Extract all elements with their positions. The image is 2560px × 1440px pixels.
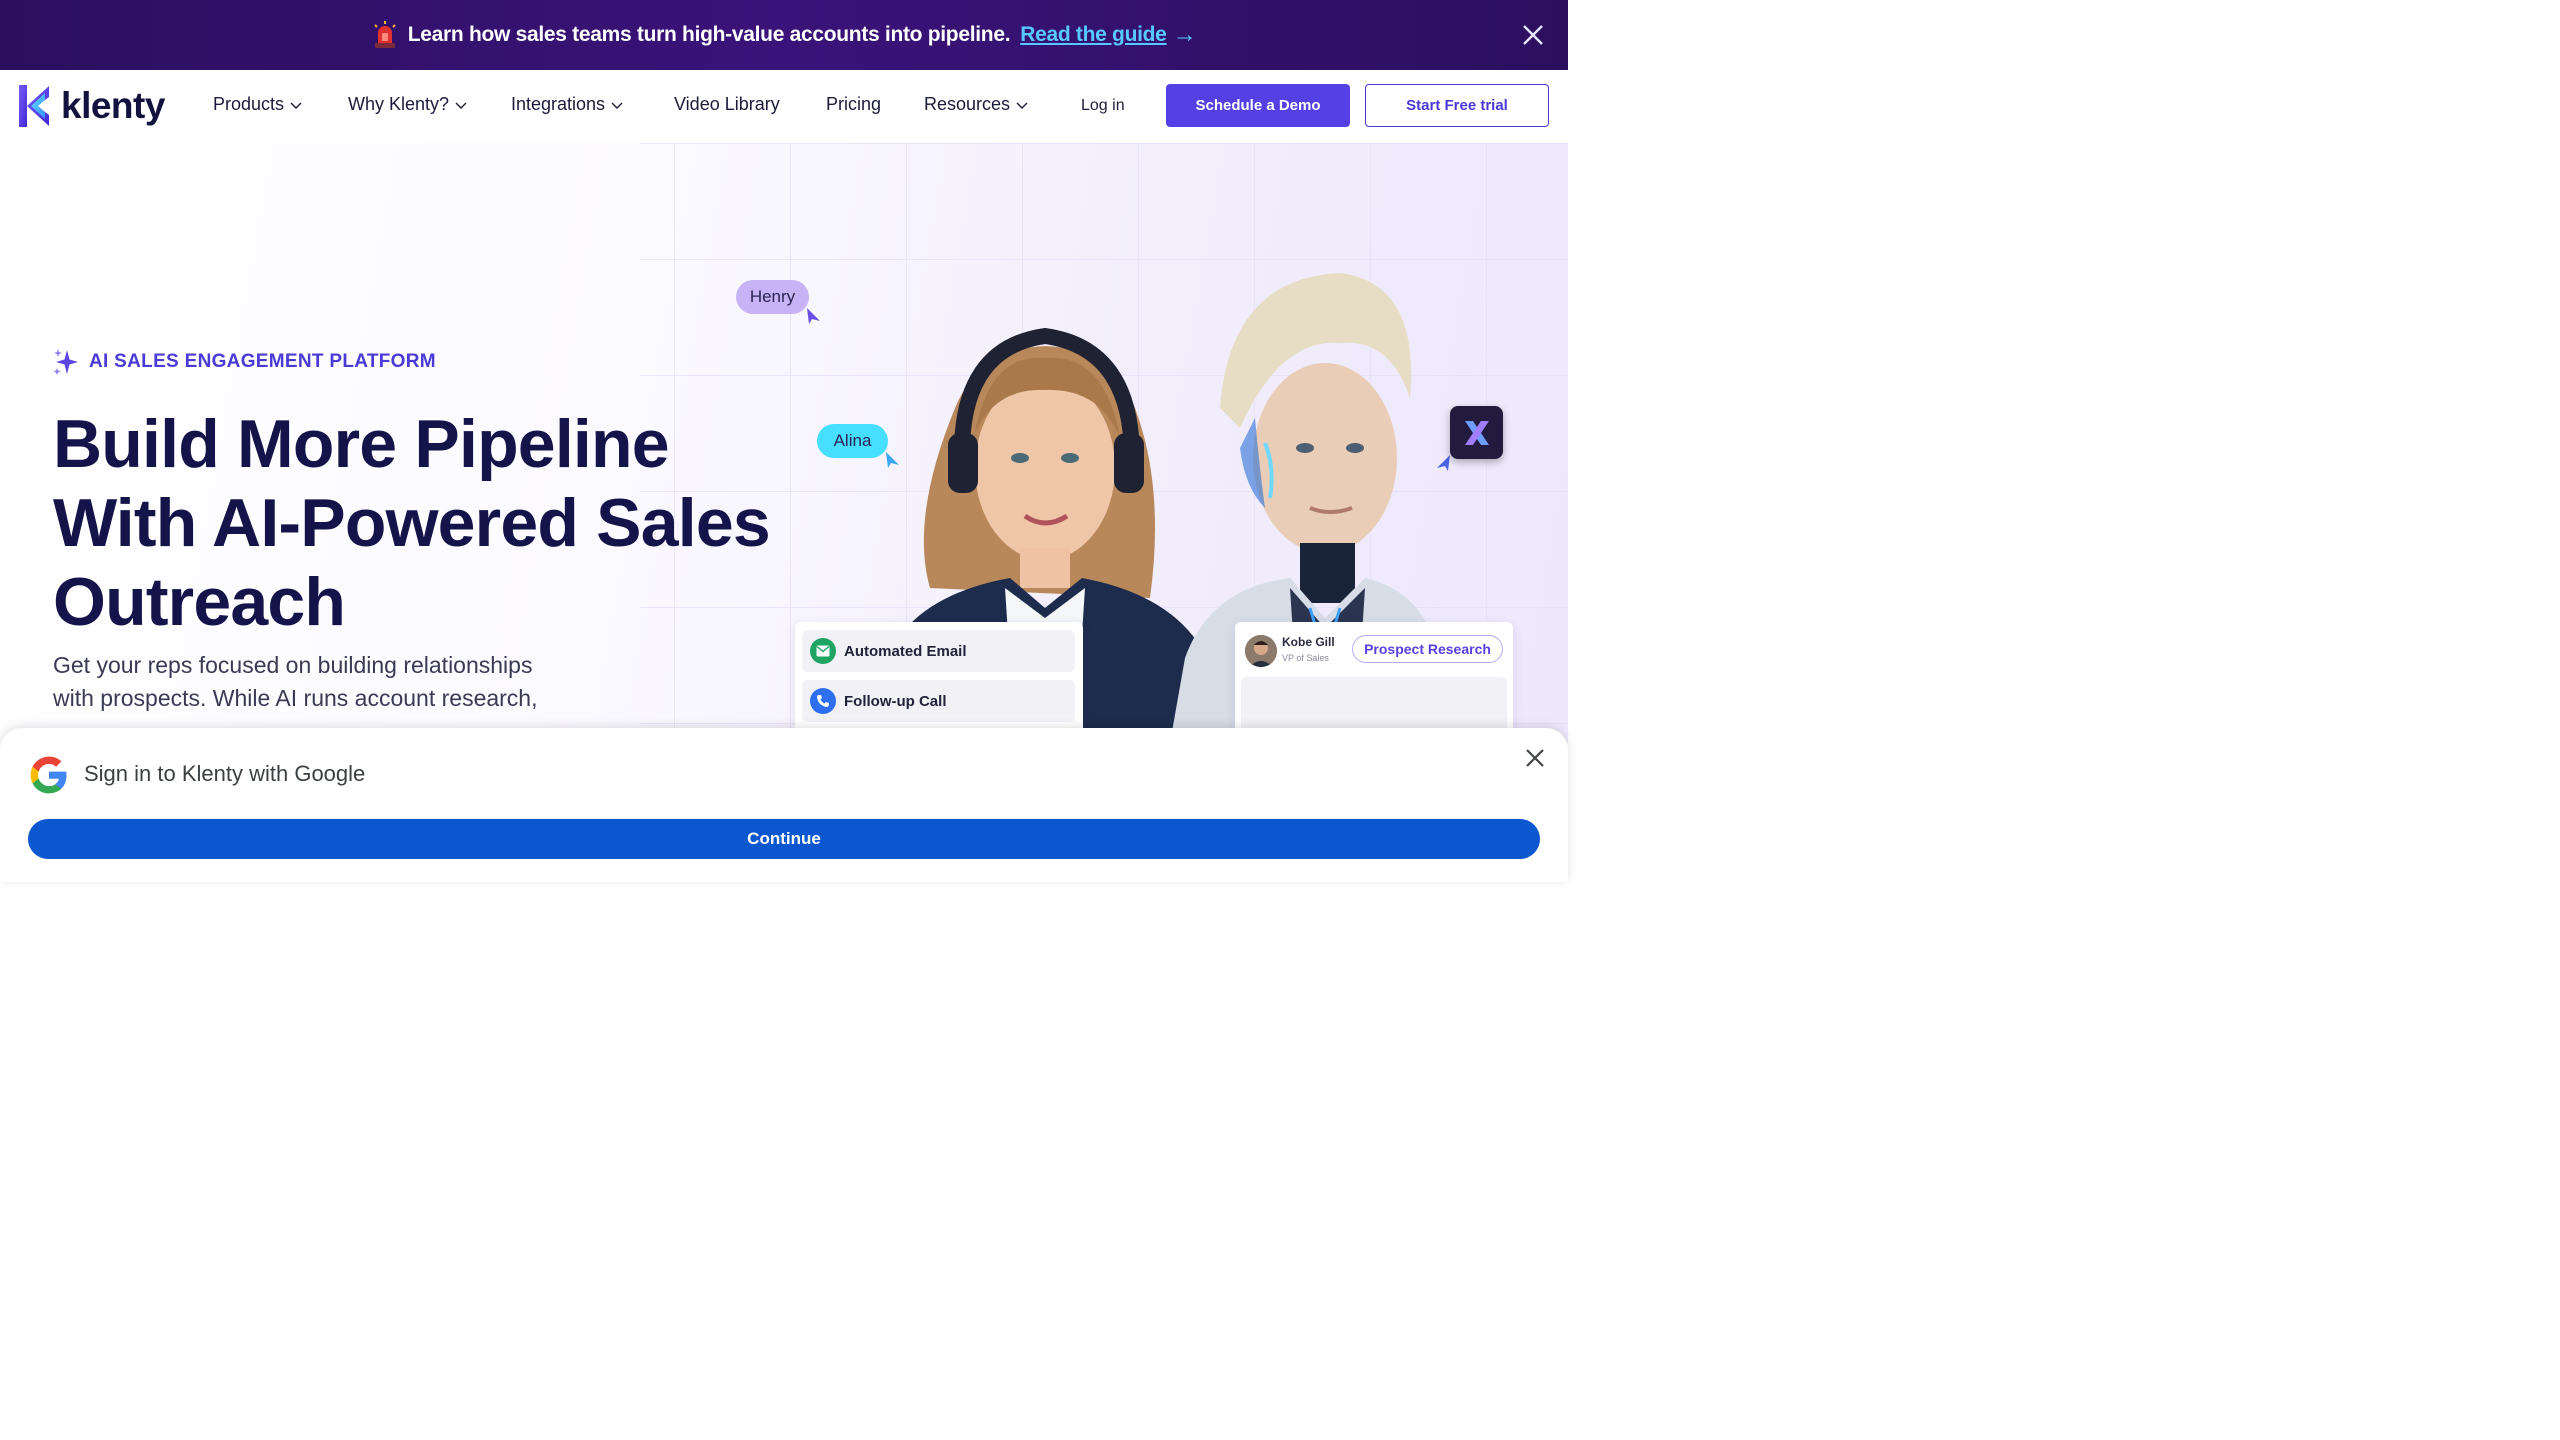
email-icon: [810, 638, 836, 664]
automated-email-row[interactable]: Automated Email: [802, 630, 1075, 672]
nav-pricing[interactable]: Pricing: [826, 94, 881, 115]
avatar: [1245, 635, 1277, 667]
eyebrow-text: AI SALES ENGAGEMENT PLATFORM: [89, 351, 436, 372]
nav-integrations-label: Integrations: [511, 94, 606, 114]
google-prompt-title: Sign in to Klenty with Google: [84, 761, 366, 786]
chevron-down-icon: [290, 102, 302, 109]
nav-why-klenty-label: Why Klenty?: [348, 94, 450, 114]
headline-line-3: Outreach: [53, 564, 346, 640]
prospect-title: VP of Sales: [1282, 653, 1329, 663]
follow-up-call-label: Follow-up Call: [844, 692, 947, 710]
outreach-steps-card: Automated Email Follow-up Call: [795, 622, 1083, 743]
siren-icon: [372, 21, 398, 49]
announcement-banner: Learn how sales teams turn high-value ac…: [0, 0, 1568, 70]
arrow-right-icon[interactable]: →: [1173, 21, 1197, 49]
sparkle-icon: [53, 349, 78, 375]
nav-products[interactable]: Products: [213, 94, 302, 115]
hero-subtext: Get your reps focused on building relati…: [53, 649, 613, 715]
nav-video-library[interactable]: Video Library: [674, 94, 780, 115]
close-banner-icon[interactable]: [1520, 22, 1546, 48]
announcement-text: Learn how sales teams turn high-value ac…: [407, 23, 1011, 46]
prospect-name: Kobe Gill: [1282, 635, 1335, 649]
subtext-line-1: Get your reps focused on building relati…: [53, 652, 533, 678]
cursor-pointer-icon: [807, 308, 820, 324]
headline-line-2: With AI-Powered Sales: [53, 485, 771, 561]
nav-video-library-label: Video Library: [674, 94, 780, 114]
close-google-prompt-icon[interactable]: [1523, 746, 1547, 770]
read-guide-link[interactable]: Read the guide: [1020, 23, 1167, 47]
google-sign-in-prompt: Sign in to Klenty with Google Continue: [0, 728, 1568, 882]
start-free-trial-button[interactable]: Start Free trial: [1365, 84, 1549, 127]
google-logo-icon: [30, 756, 67, 794]
schedule-demo-button[interactable]: Schedule a Demo: [1166, 84, 1350, 127]
prospect-card: Kobe Gill VP of Sales Prospect Research: [1235, 622, 1513, 743]
klenty-logo[interactable]: klenty: [19, 85, 165, 127]
follow-up-call-row[interactable]: Follow-up Call: [802, 680, 1075, 722]
nav-products-label: Products: [213, 94, 285, 114]
google-continue-button[interactable]: Continue: [28, 819, 1540, 859]
klenty-logo-mark: [19, 85, 49, 127]
x-logo-icon: [1464, 420, 1489, 445]
hero-section: AI SALES ENGAGEMENT PLATFORM Build More …: [0, 143, 1568, 743]
henry-chip: Henry: [736, 280, 809, 314]
subtext-line-2: with prospects. While AI runs account re…: [53, 685, 538, 711]
nav-resources[interactable]: Resources: [924, 94, 1028, 115]
chevron-down-icon: [455, 102, 467, 109]
automated-email-label: Automated Email: [844, 642, 967, 660]
nav-integrations[interactable]: Integrations: [511, 94, 623, 115]
hero-eyebrow: AI SALES ENGAGEMENT PLATFORM: [53, 348, 436, 376]
main-nav: klenty Products Why Klenty? Integrations…: [0, 70, 1568, 143]
headline-line-1: Build More Pipeline: [53, 406, 670, 482]
hero-headline: Build More Pipeline With AI-Powered Sale…: [53, 405, 813, 642]
klenty-x-badge-icon: [1450, 406, 1503, 459]
prospect-research-pill[interactable]: Prospect Research: [1352, 635, 1503, 663]
phone-icon: [810, 688, 836, 714]
announcement-content: Learn how sales teams turn high-value ac…: [372, 21, 1197, 49]
brand-name: klenty: [61, 85, 165, 126]
login-link[interactable]: Log in: [1081, 97, 1125, 115]
nav-pricing-label: Pricing: [826, 94, 882, 114]
nav-why-klenty[interactable]: Why Klenty?: [348, 94, 467, 115]
chevron-down-icon: [1016, 102, 1028, 109]
nav-resources-label: Resources: [924, 94, 1011, 114]
chevron-down-icon: [611, 102, 623, 109]
